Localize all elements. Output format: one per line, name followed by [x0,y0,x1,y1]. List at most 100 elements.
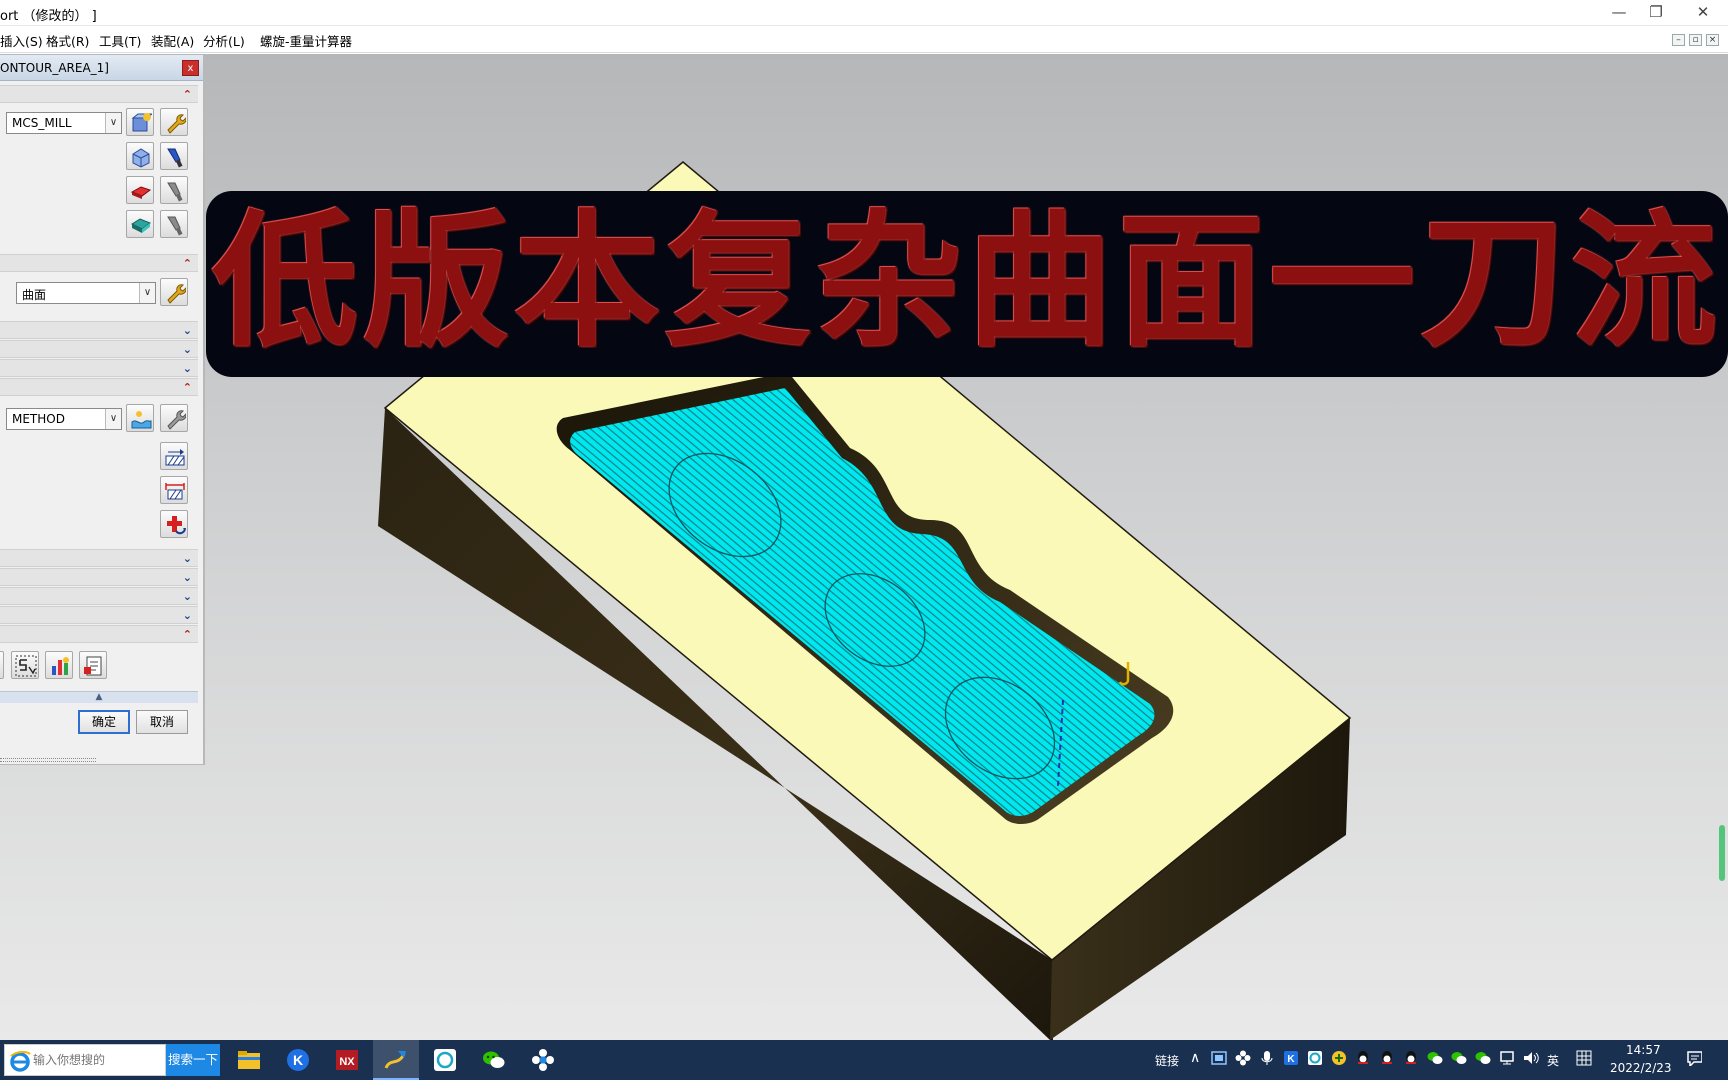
specify-cut-area-button[interactable] [126,210,154,238]
menu-assembly[interactable]: 装配(A) [151,31,194,50]
display-check-button[interactable] [160,176,188,204]
specify-check-button[interactable] [126,176,154,204]
notification-icon[interactable] [1686,1050,1702,1066]
method-select-value: METHOD [12,412,65,426]
taskbar-app-sketch[interactable] [373,1040,419,1080]
section-options-header[interactable]: ⌄ [0,587,198,605]
taskbar-search-input[interactable] [33,1050,161,1070]
ring-tray-icon[interactable] [1307,1050,1323,1066]
taskbar-app-kugou[interactable]: K [275,1040,321,1080]
volume-icon[interactable] [1523,1050,1539,1066]
chevron-down-icon: ∨ [139,283,155,303]
taskbar-app-file-explorer[interactable] [226,1040,272,1080]
wechat-tray-icon-1[interactable] [1427,1050,1443,1066]
dialog-close-button[interactable]: x [182,60,199,76]
title-bar: ort （修改的） ] — ❐ ✕ [0,0,1728,26]
network-icon[interactable] [1499,1050,1515,1066]
menu-analysis[interactable]: 分析(L) [203,31,245,50]
section-tool-axis-header[interactable]: ⌄ [0,359,198,377]
wechat-tray-icon-3[interactable] [1475,1050,1491,1066]
taskbar-app-wechat[interactable] [471,1040,517,1080]
close-button[interactable]: ✕ [1680,0,1726,26]
kugou-icon: K [287,1049,309,1071]
check-geometry-icon [130,186,152,199]
section-drive-method-header[interactable]: ⌃ [0,254,198,272]
list-button[interactable] [79,651,107,679]
mdi-minimize-button[interactable]: – [1672,34,1685,46]
svg-text:K: K [293,1052,303,1068]
taskbar-app-nx[interactable]: NX [324,1040,370,1080]
screenshot-icon[interactable] [1211,1050,1227,1066]
ime-language-indicator[interactable]: 英 [1547,1052,1559,1069]
qq-icon-2[interactable] [1379,1050,1395,1066]
display-part-button[interactable] [160,142,188,170]
menu-helix-weight-calculator[interactable]: 螺旋-重量计算器 [260,31,352,50]
cancel-button[interactable]: 取消 [136,710,188,734]
section-program-header[interactable]: ⌄ [0,549,198,567]
cutting-params-icon [165,449,185,466]
mdi-restore-button[interactable]: ▫ [1689,34,1702,46]
section-actions-header[interactable]: ⌃ [0,625,198,643]
specify-part-button[interactable] [126,142,154,170]
section-projection-vector-header[interactable]: ⌄ [0,321,198,339]
section-method-header[interactable]: ⌃ [0,378,198,396]
clock-time[interactable]: 14:57 [1626,1043,1661,1057]
expand-icon: ⌄ [182,362,192,375]
verify-button[interactable] [45,651,73,679]
plus-tray-icon[interactable] [1331,1050,1347,1066]
qq-icon-1[interactable] [1355,1050,1371,1066]
restore-button[interactable]: ❐ [1633,0,1679,26]
window-title: ort （修改的） ] [0,9,97,24]
replay-button[interactable] [11,651,39,679]
taskbar-app-settings[interactable] [520,1040,566,1080]
new-method-button[interactable] [126,404,154,432]
taskbar-search-button[interactable]: 搜索一下 [166,1044,220,1076]
menu-insert[interactable]: 插入(S) [0,31,43,50]
tray-link-label[interactable]: 链接 [1155,1052,1179,1069]
edit-drive-method-button[interactable] [160,278,188,306]
collapse-icon: ⌃ [182,88,192,101]
flower-tray-icon[interactable] [1235,1050,1251,1066]
ime-grid-icon[interactable] [1576,1050,1592,1066]
display-cut-area-button[interactable] [160,210,188,238]
wechat-tray-icon-2[interactable] [1451,1050,1467,1066]
wrench-gray-icon [167,410,186,430]
chevron-up-icon[interactable]: ∧ [1190,1050,1200,1066]
chevron-down-icon: ∨ [105,409,121,429]
mdi-close-button[interactable]: × [1706,34,1719,46]
taskbar-app-ring[interactable] [422,1040,468,1080]
geometry-select[interactable]: MCS_MILL ∨ [6,112,122,134]
section-layout-header[interactable]: ⌄ [0,606,198,624]
edit-method-button[interactable] [160,404,188,432]
expand-icon: ⌄ [182,609,192,622]
nx-icon: NX [336,1050,358,1070]
banner-text: 低版本复杂曲面一刀流 [212,196,1722,367]
expand-icon: ⌄ [182,324,192,337]
section-description-header[interactable]: ⌄ [0,568,198,586]
qq-icon-3[interactable] [1403,1050,1419,1066]
drive-method-select[interactable]: 曲面 ∨ [16,282,156,304]
cut-area-icon [130,218,152,233]
section-tool-header[interactable]: ⌄ [0,340,198,358]
dialog-more-toggle[interactable]: ▲ [0,691,198,703]
new-geometry-button[interactable] [126,108,154,136]
graphics-viewport[interactable]: 低版本复杂曲面一刀流 [0,54,1728,1040]
cutting-parameters-button[interactable] [160,442,188,470]
title-banner: 低版本复杂曲面一刀流 [206,191,1728,377]
menu-format[interactable]: 格式(R) [46,31,89,50]
edit-geometry-button[interactable] [160,108,188,136]
feeds-and-speeds-button[interactable] [160,510,188,538]
taskbar: 搜索一下 K NX 链接 ∧ K 英 14:57 2022/2/23 [0,1040,1728,1080]
resize-grip[interactable] [0,758,96,762]
ok-button[interactable]: 确定 [78,710,130,734]
view-scroll-indicator[interactable] [1719,825,1725,881]
clock-date[interactable]: 2022/2/23 [1610,1061,1672,1075]
generate-button[interactable] [0,651,4,679]
microphone-icon[interactable] [1259,1050,1275,1066]
menu-tools[interactable]: 工具(T) [99,31,141,50]
section-geometry-header[interactable]: ⌃ [0,85,198,103]
kugou-tray-icon[interactable]: K [1283,1050,1299,1066]
taskbar-search-box[interactable] [4,1044,166,1076]
non-cutting-moves-button[interactable] [160,476,188,504]
method-select[interactable]: METHOD ∨ [6,408,122,430]
